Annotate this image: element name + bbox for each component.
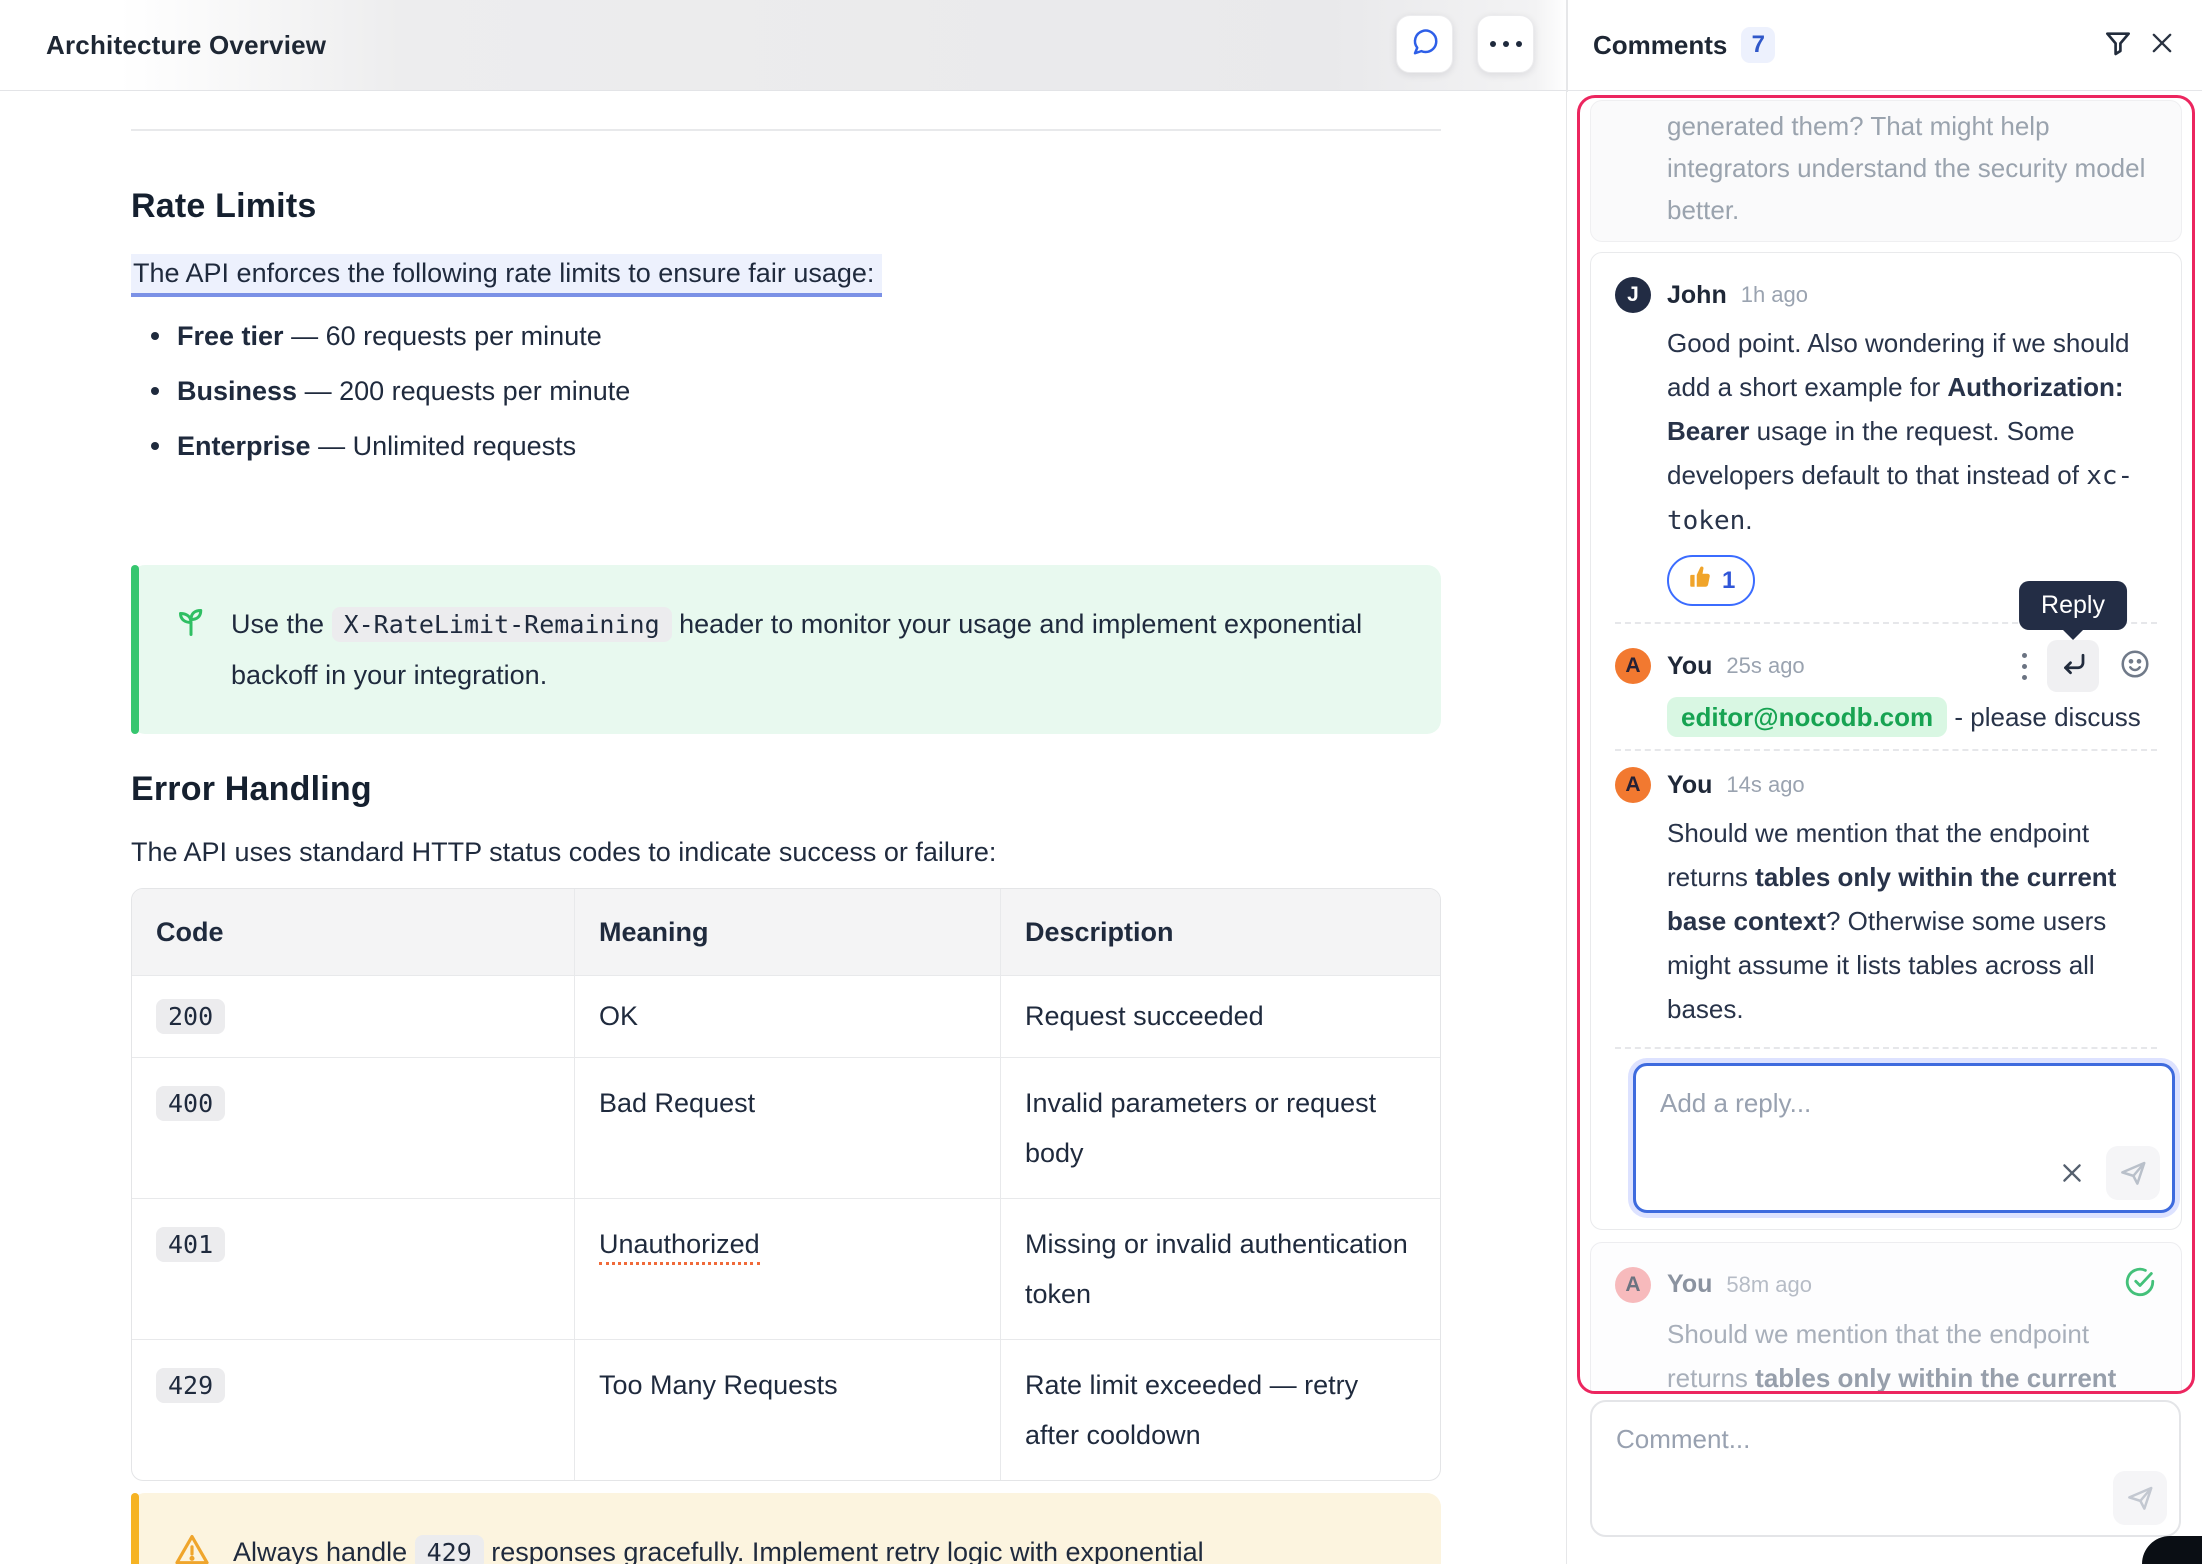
author-name: You xyxy=(1667,1270,1712,1299)
cancel-reply-button[interactable] xyxy=(2054,1155,2090,1191)
page-title: Architecture Overview xyxy=(46,30,326,61)
callout-accent-bar xyxy=(131,1493,139,1564)
resolved-comment-card[interactable]: A You 58m ago Should we mention that the… xyxy=(1590,1242,2182,1394)
user-mention[interactable]: editor@nocodb.com xyxy=(1667,697,1947,737)
rate-limit-list: Free tier — 60 requests per minute Busin… xyxy=(131,319,1441,463)
column-header: Code xyxy=(132,889,575,975)
close-icon xyxy=(2148,29,2176,62)
comments-panel-header: Comments 7 xyxy=(1567,0,2202,91)
comment-header: A You 14s ago xyxy=(1615,767,2157,803)
seedling-icon xyxy=(173,603,209,644)
active-comment-thread: generated them? That might help integrat… xyxy=(1577,95,2195,1394)
timestamp: 25s ago xyxy=(1726,653,1804,679)
timestamp: 14s ago xyxy=(1726,772,1804,798)
filter-button[interactable] xyxy=(2096,23,2140,67)
comment-text: editor@nocodb.com - please discuss xyxy=(1667,702,2157,733)
spellcheck-underlined-text: Unauthorized xyxy=(599,1229,760,1265)
table-row: 400 Bad Request Invalid parameters or re… xyxy=(132,1057,1440,1198)
comment-text: Should we mention that the endpoint retu… xyxy=(1667,811,2145,1031)
table-row: 401 Unauthorized Missing or invalid auth… xyxy=(132,1198,1440,1339)
comment-text: Good point. Also wondering if we should … xyxy=(1667,321,2145,543)
timestamp: 1h ago xyxy=(1741,282,1808,308)
reply-button[interactable]: Reply xyxy=(2047,640,2099,692)
author-name: You xyxy=(1667,652,1712,681)
send-comment-button[interactable] xyxy=(2113,1471,2167,1525)
comment-actions: Reply xyxy=(2016,640,2157,692)
comment-header: A You 25s ago Reply xyxy=(1615,640,2157,692)
author-name: John xyxy=(1667,281,1727,310)
comment-header: A You 58m ago xyxy=(1615,1265,2157,1304)
clipped-comment-card[interactable]: generated them? That might help integrat… xyxy=(1590,100,2182,242)
close-panel-button[interactable] xyxy=(2140,23,2184,67)
tip-text: Use the X-RateLimit-Remaining header to … xyxy=(231,599,1401,700)
rate-limits-intro: The API enforces the following rate limi… xyxy=(131,258,1441,289)
document-body: Rate Limits The API enforces the followi… xyxy=(0,92,1566,1564)
column-header: Meaning xyxy=(575,889,1001,975)
reply-input-container xyxy=(1633,1063,2175,1213)
more-options-button[interactable] xyxy=(1477,15,1534,73)
avatar: A xyxy=(1615,648,1651,684)
open-thread-card: J John 1h ago Good point. Also wondering… xyxy=(1590,252,2182,1230)
reply-arrow-icon xyxy=(2058,649,2088,684)
status-code-chip: 200 xyxy=(156,999,225,1034)
smiley-icon xyxy=(2119,648,2151,685)
reply-tooltip: Reply xyxy=(2019,581,2127,630)
document-header: Architecture Overview xyxy=(0,0,1567,91)
avatar: J xyxy=(1615,277,1651,313)
avatar: A xyxy=(1615,767,1651,803)
tip-callout: Use the X-RateLimit-Remaining header to … xyxy=(131,565,1441,734)
comments-toggle-button[interactable] xyxy=(1396,15,1453,73)
comment-header: J John 1h ago xyxy=(1615,277,2157,313)
thumbs-up-icon xyxy=(1687,564,1713,597)
comment-text: Should we mention that the endpoint retu… xyxy=(1667,1312,2145,1394)
chat-bubble-icon xyxy=(1410,27,1440,62)
comment-menu-button[interactable] xyxy=(2016,647,2033,686)
section-divider xyxy=(131,129,1441,131)
author-name: You xyxy=(1667,771,1712,800)
callout-accent-bar xyxy=(131,565,139,734)
reply-input[interactable] xyxy=(1636,1066,2172,1136)
status-codes-table: Code Meaning Description 200 OK Request … xyxy=(131,888,1441,1481)
filter-funnel-icon xyxy=(2102,27,2134,64)
new-comment-container xyxy=(1590,1400,2181,1537)
commented-text-highlight[interactable]: The API enforces the following rate limi… xyxy=(131,254,882,297)
list-item: Business — 200 requests per minute xyxy=(131,374,1441,408)
table-header-row: Code Meaning Description xyxy=(132,889,1440,975)
code-chip: X-RateLimit-Remaining xyxy=(332,607,672,642)
warning-triangle-icon xyxy=(173,1531,211,1564)
comments-panel: generated them? That might help integrat… xyxy=(1567,92,2202,1564)
status-code-chip: 401 xyxy=(156,1227,225,1262)
comments-count-badge: 7 xyxy=(1741,27,1775,63)
table-row: 200 OK Request succeeded xyxy=(132,975,1440,1057)
new-comment-input[interactable] xyxy=(1592,1402,2179,1472)
column-header: Description xyxy=(1001,889,1440,975)
timestamp: 58m ago xyxy=(1726,1272,1812,1298)
thumbs-up-reaction[interactable]: 1 xyxy=(1667,555,1755,606)
comment-separator xyxy=(1615,1047,2157,1049)
list-item: Free tier — 60 requests per minute xyxy=(131,319,1441,353)
error-handling-intro: The API uses standard HTTP status codes … xyxy=(131,837,1441,868)
comment-text: generated them? That might help integrat… xyxy=(1667,105,2156,231)
list-item: Enterprise — Unlimited requests xyxy=(131,429,1441,463)
emoji-reaction-button[interactable] xyxy=(2113,644,2157,688)
comments-title: Comments xyxy=(1593,30,1727,61)
reaction-count: 1 xyxy=(1722,567,1735,595)
avatar: A xyxy=(1615,1267,1651,1303)
ellipsis-icon xyxy=(1490,41,1522,47)
warning-text: Always handle 429 responses gracefully. … xyxy=(233,1527,1204,1564)
status-code-chip: 400 xyxy=(156,1086,225,1121)
rate-limits-heading: Rate Limits xyxy=(131,187,1441,226)
resolved-check-icon[interactable] xyxy=(2123,1265,2157,1304)
send-reply-button[interactable] xyxy=(2106,1146,2160,1200)
comment-separator xyxy=(1615,749,2157,751)
error-handling-heading: Error Handling xyxy=(131,770,1441,809)
code-chip: 429 xyxy=(415,1535,484,1564)
warning-callout: Always handle 429 responses gracefully. … xyxy=(131,1493,1441,1564)
status-code-chip: 429 xyxy=(156,1368,225,1403)
table-row: 429 Too Many Requests Rate limit exceede… xyxy=(132,1339,1440,1480)
